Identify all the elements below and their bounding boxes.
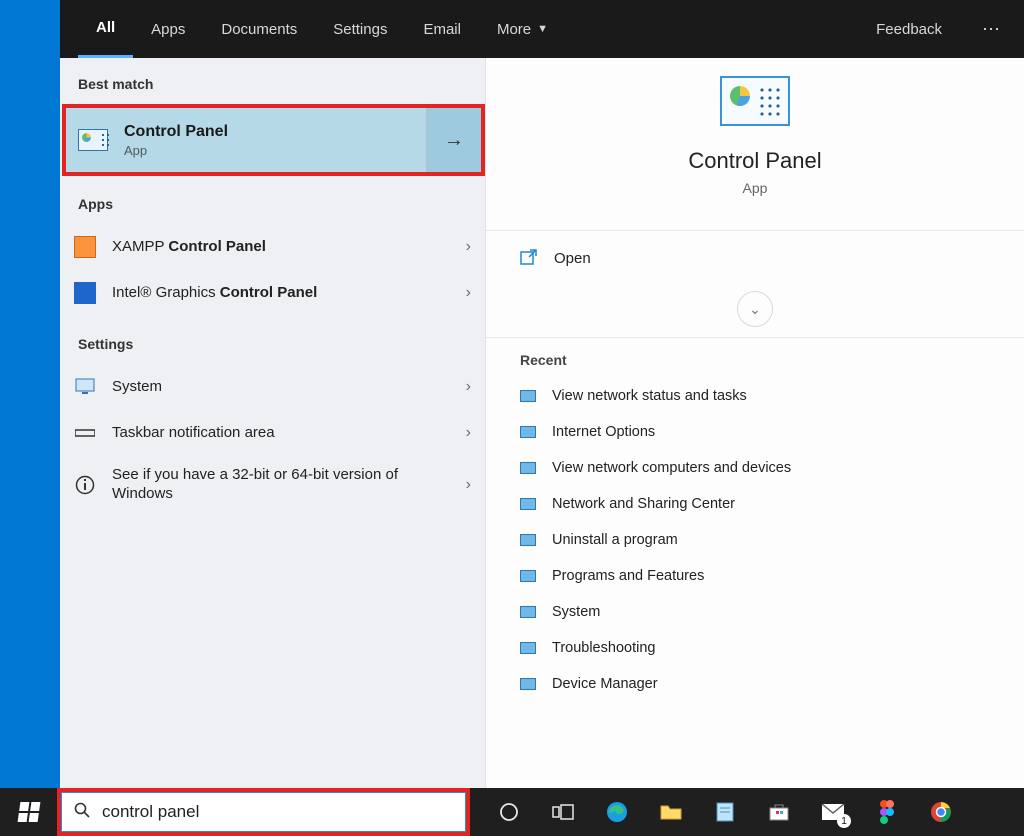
recent-item-label: Device Manager <box>552 676 658 692</box>
taskbar-search-box[interactable] <box>60 791 467 833</box>
recent-item[interactable]: Uninstall a program <box>486 522 1024 558</box>
chevron-down-icon: ▼ <box>537 23 548 35</box>
notepad-icon[interactable] <box>711 798 739 826</box>
expand-actions-button[interactable]: ⌄ <box>737 291 773 327</box>
control-panel-item-icon <box>520 498 536 510</box>
tab-apps[interactable]: Apps <box>133 0 203 58</box>
recent-item[interactable]: System <box>486 594 1024 630</box>
control-panel-item-icon <box>520 534 536 546</box>
recent-item[interactable]: Programs and Features <box>486 558 1024 594</box>
best-match-result[interactable]: Control Panel App → <box>62 104 485 176</box>
best-match-expand-button[interactable]: → <box>426 108 481 172</box>
chevron-right-icon[interactable]: › <box>445 378 471 396</box>
recent-item-label: Internet Options <box>552 424 655 440</box>
search-filter-tabs: All Apps Documents Settings Email More ▼… <box>60 0 1024 58</box>
recent-item-label: Network and Sharing Center <box>552 496 735 512</box>
mail-badge: 1 <box>837 814 851 828</box>
recent-label: Recent <box>486 338 1024 378</box>
tab-more[interactable]: More ▼ <box>479 0 566 58</box>
apps-label: Apps <box>60 176 485 224</box>
results-left-column: Best match Control Panel App → Apps XAMP… <box>60 58 485 788</box>
more-options-icon[interactable]: ⋯ <box>960 19 1024 40</box>
control-panel-item-icon <box>520 678 536 690</box>
setting-result-bitness[interactable]: See if you have a 32-bit or 64-bit versi… <box>60 456 485 514</box>
tab-documents[interactable]: Documents <box>203 0 315 58</box>
recent-item[interactable]: Internet Options <box>486 414 1024 450</box>
open-action[interactable]: Open <box>486 231 1024 285</box>
settings-label: Settings <box>60 316 485 364</box>
control-panel-icon <box>78 129 108 151</box>
setting-text: System <box>112 378 445 397</box>
result-detail-pane: Control Panel App Open ⌄ Recent View net… <box>485 58 1024 788</box>
chrome-icon[interactable] <box>927 798 955 826</box>
search-icon <box>62 802 102 823</box>
edge-icon[interactable] <box>603 798 631 826</box>
cortana-icon[interactable] <box>495 798 523 826</box>
search-input[interactable] <box>102 802 465 822</box>
file-explorer-icon[interactable] <box>657 798 685 826</box>
control-panel-icon <box>720 76 790 126</box>
best-match-label: Best match <box>60 58 485 104</box>
app-match: Control Panel <box>220 284 318 301</box>
recent-item-label: View network computers and devices <box>552 460 791 476</box>
tab-settings[interactable]: Settings <box>315 0 405 58</box>
recent-item[interactable]: Network and Sharing Center <box>486 486 1024 522</box>
open-icon <box>520 249 538 267</box>
task-view-icon[interactable] <box>549 798 577 826</box>
setting-text: See if you have a 32-bit or 64-bit versi… <box>112 466 445 504</box>
tab-email[interactable]: Email <box>405 0 479 58</box>
recent-item-label: Uninstall a program <box>552 532 678 548</box>
control-panel-item-icon <box>520 642 536 654</box>
control-panel-item-icon <box>520 462 536 474</box>
open-label: Open <box>554 250 591 267</box>
app-result-xampp[interactable]: XAMPP Control Panel › <box>60 224 485 270</box>
feedback-link[interactable]: Feedback <box>858 0 960 58</box>
recent-item-label: Troubleshooting <box>552 640 655 656</box>
detail-title: Control Panel <box>486 148 1024 174</box>
start-button[interactable] <box>0 788 58 836</box>
recent-item[interactable]: Troubleshooting <box>486 630 1024 666</box>
chevron-right-icon[interactable]: › <box>445 424 471 442</box>
best-match-subtitle: App <box>124 143 228 158</box>
windows-logo-icon <box>18 802 41 822</box>
tab-all[interactable]: All <box>78 0 133 58</box>
detail-subtitle: App <box>486 180 1024 196</box>
recent-item[interactable]: Device Manager <box>486 666 1024 702</box>
tab-more-label: More <box>497 21 531 38</box>
setting-result-system[interactable]: System › <box>60 364 485 410</box>
app-match: Control Panel <box>168 238 266 255</box>
control-panel-item-icon <box>520 426 536 438</box>
setting-result-taskbar[interactable]: Taskbar notification area › <box>60 410 485 456</box>
control-panel-item-icon <box>520 390 536 402</box>
intel-icon <box>74 282 96 304</box>
recent-item-label: View network status and tasks <box>552 388 747 404</box>
app-result-intel[interactable]: Intel® Graphics Control Panel › <box>60 270 485 316</box>
chevron-right-icon[interactable]: › <box>445 476 471 494</box>
figma-icon[interactable] <box>873 798 901 826</box>
info-icon <box>74 474 96 496</box>
best-match-title: Control Panel <box>124 123 228 141</box>
recent-item[interactable]: View network status and tasks <box>486 378 1024 414</box>
chevron-right-icon[interactable]: › <box>445 238 471 256</box>
xampp-icon <box>74 236 96 258</box>
recent-item-label: System <box>552 604 600 620</box>
mail-icon[interactable]: 1 <box>819 798 847 826</box>
recent-item[interactable]: View network computers and devices <box>486 450 1024 486</box>
app-prefix: Intel® Graphics <box>112 284 220 301</box>
taskbar: 1 <box>0 788 1024 836</box>
monitor-icon <box>74 376 96 398</box>
control-panel-item-icon <box>520 570 536 582</box>
taskbar-icon <box>74 422 96 444</box>
control-panel-item-icon <box>520 606 536 618</box>
store-icon[interactable] <box>765 798 793 826</box>
chevron-right-icon[interactable]: › <box>445 284 471 302</box>
search-results-panel: Best match Control Panel App → Apps XAMP… <box>60 58 1024 788</box>
recent-item-label: Programs and Features <box>552 568 704 584</box>
setting-text: Taskbar notification area <box>112 424 445 443</box>
app-prefix: XAMPP <box>112 238 168 255</box>
